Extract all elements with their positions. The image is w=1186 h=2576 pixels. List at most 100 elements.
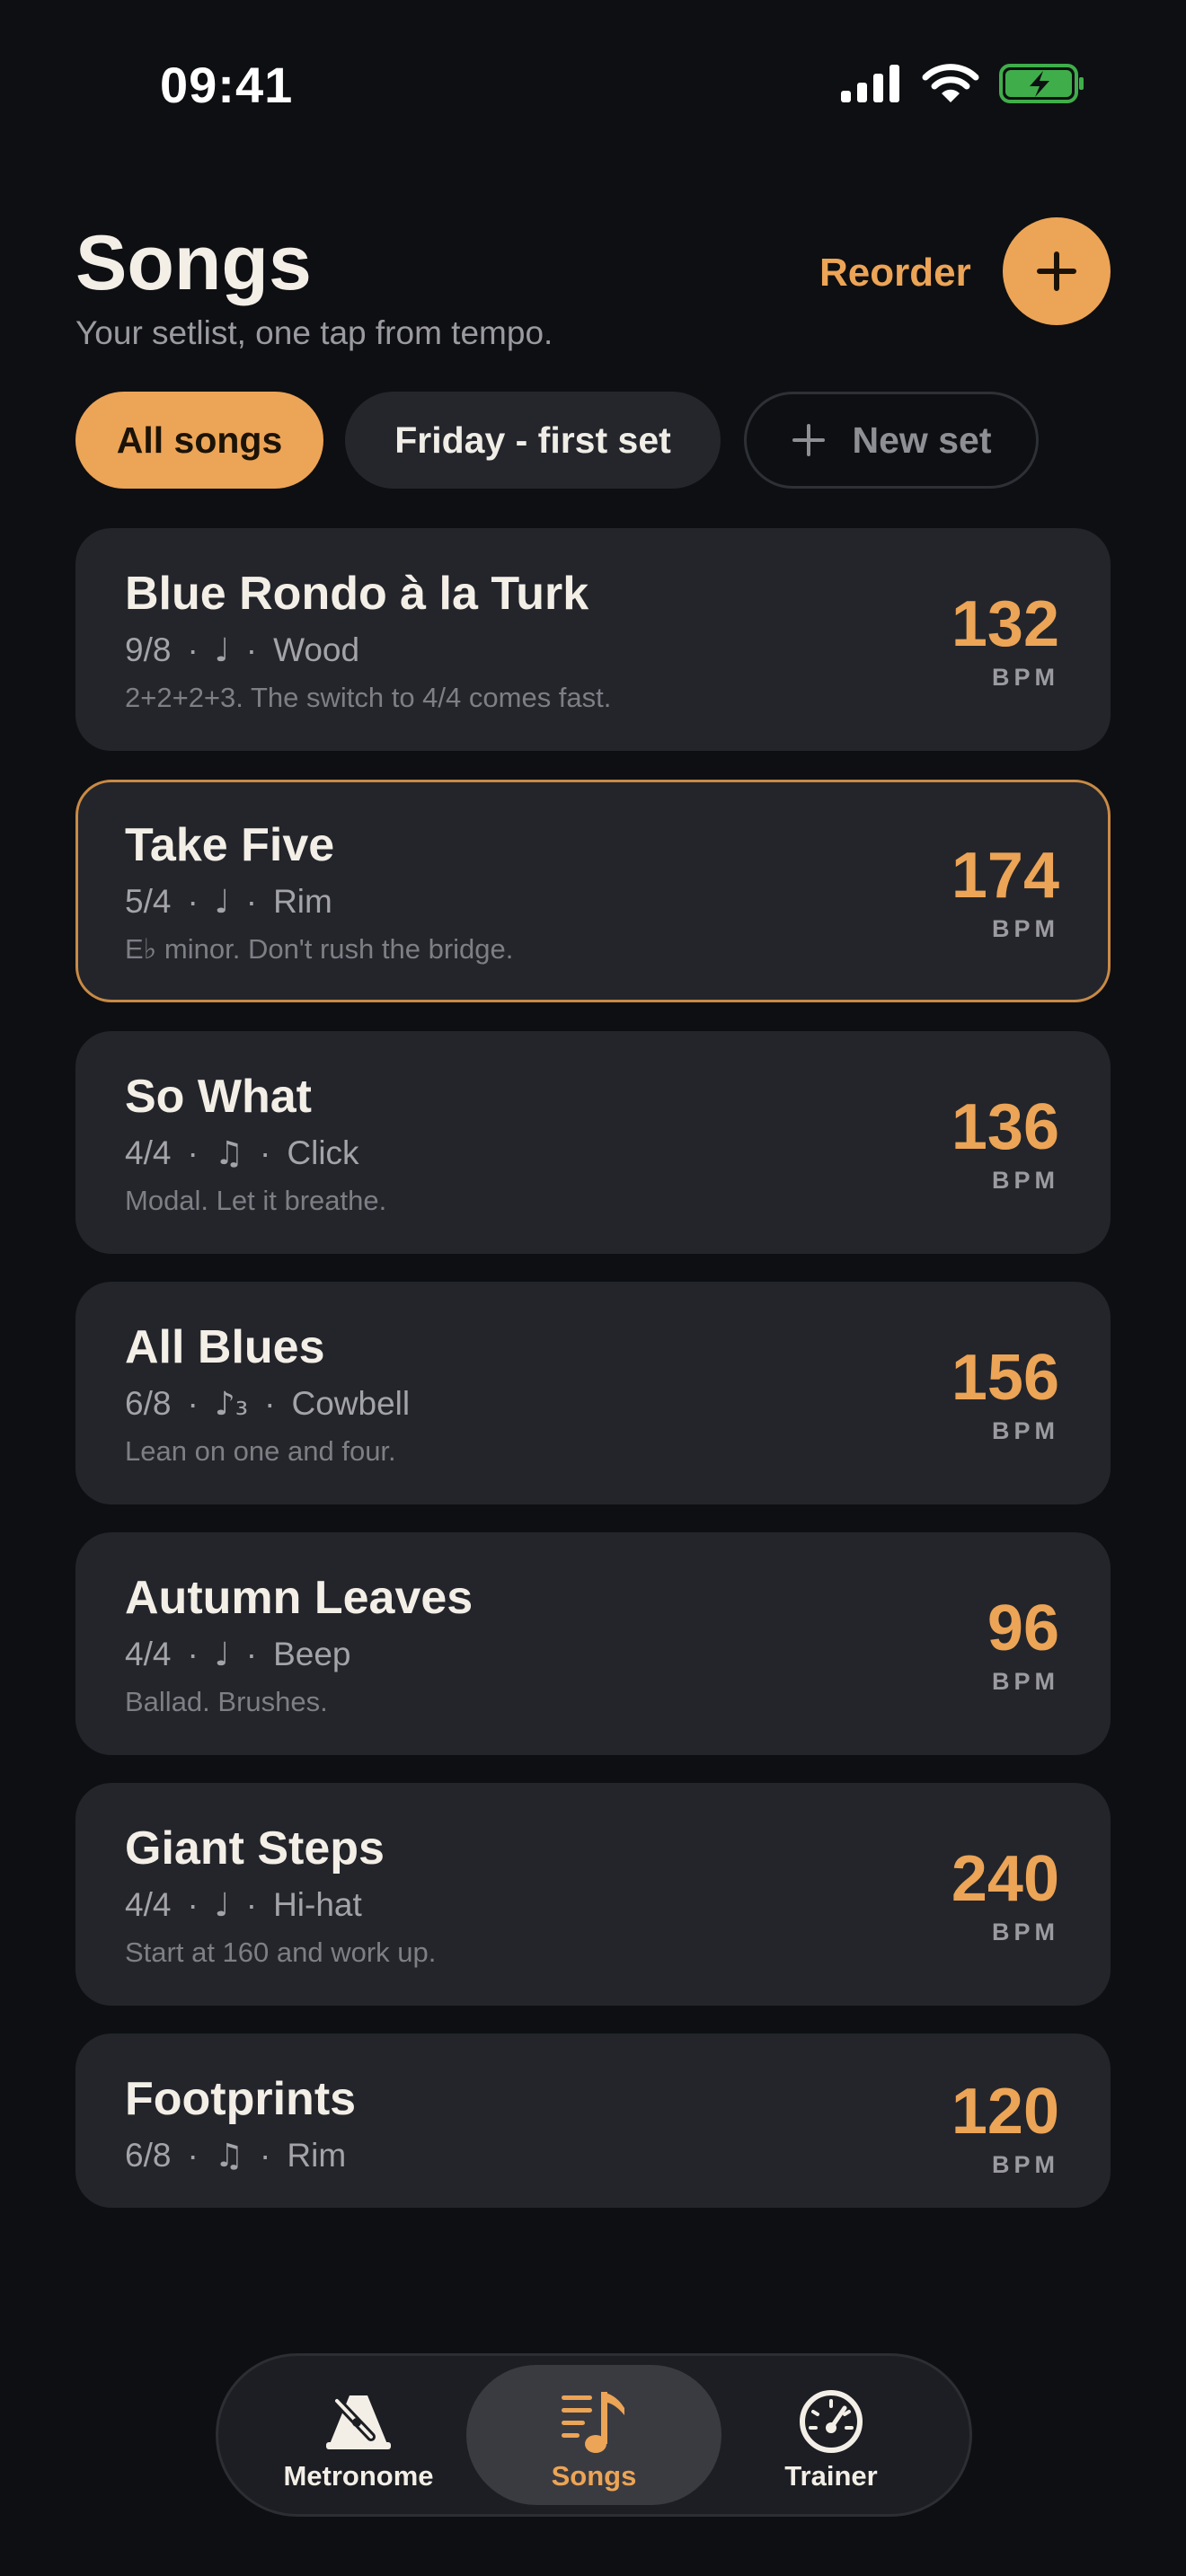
note-value-icon: ♫: [214, 2137, 244, 2175]
song-sound: Click: [287, 1134, 359, 1171]
song-sound: Hi-hat: [273, 1886, 362, 1923]
separator: ·: [264, 1385, 276, 1422]
song-meter: 4/4: [125, 1886, 172, 1923]
bpm-label: BPM: [992, 1417, 1059, 1444]
bpm-label: BPM: [992, 664, 1059, 691]
song-card-take-five[interactable]: Take Five 5/4 · ♩ · Rim E♭ minor. Don't …: [75, 780, 1111, 1002]
bpm-label: BPM: [992, 1668, 1059, 1695]
page-subtitle: Your setlist, one tap from tempo.: [75, 314, 553, 351]
chip-all-songs[interactable]: All songs: [75, 392, 323, 489]
song-sound: Rim: [287, 2137, 347, 2174]
separator: ·: [260, 1134, 271, 1171]
chip-new-set-label: New set: [852, 419, 992, 461]
tab-songs-label: Songs: [551, 2460, 637, 2492]
music-note-list-icon: [560, 2388, 628, 2455]
song-title: Giant Steps: [125, 1822, 385, 1875]
song-meta: 6/8 · ♫ · Rim: [125, 2137, 346, 2175]
bpm-label: BPM: [992, 915, 1059, 942]
bpm-label: BPM: [992, 1919, 1059, 1945]
song-meta: 4/4 · ♫ · Click: [125, 1134, 359, 1172]
note-value-icon: ♩: [214, 631, 230, 669]
song-card-giant-steps[interactable]: Giant Steps 4/4 · ♩ · Hi-hat Start at 16…: [75, 1783, 1111, 2006]
chip-friday-first-set[interactable]: Friday - first set: [345, 392, 721, 489]
plus-icon: [792, 423, 826, 457]
bpm-label: BPM: [992, 2151, 1059, 2178]
song-comment: Lean on one and four.: [125, 1435, 396, 1467]
song-sound: Wood: [273, 631, 360, 668]
tab-trainer-label: Trainer: [784, 2460, 878, 2492]
separator: ·: [245, 631, 258, 668]
bpm-label: BPM: [992, 1167, 1059, 1194]
tab-trainer[interactable]: Trainer: [704, 2365, 959, 2505]
wifi-icon: [922, 64, 979, 102]
song-meter: 6/8: [125, 1385, 172, 1422]
song-card-all-blues[interactable]: All Blues 6/8 · ♪₃ · Cowbell Lean on one…: [75, 1282, 1111, 1504]
battery-charging-icon: [999, 64, 1084, 103]
status-icons: [839, 63, 1085, 104]
separator: ·: [245, 1886, 258, 1923]
song-sound: Rim: [273, 883, 332, 920]
tab-metronome[interactable]: Metronome: [231, 2365, 486, 2505]
speedometer-icon: [798, 2388, 864, 2455]
song-card-blue-rondo[interactable]: Blue Rondo à la Turk 9/8 · ♩ · Wood 2+2+…: [75, 528, 1111, 751]
song-title: Footprints: [125, 2073, 357, 2125]
note-value-icon: ♩: [214, 1886, 230, 1924]
song-bpm: 174: [951, 840, 1059, 912]
note-value-icon: ♪₃: [214, 1385, 249, 1423]
song-bpm: 136: [951, 1091, 1059, 1163]
separator: ·: [187, 2137, 199, 2174]
add-song-button[interactable]: [1003, 217, 1111, 325]
song-meter: 6/8: [125, 2137, 172, 2174]
separator: ·: [187, 1636, 199, 1672]
song-sound: Beep: [273, 1636, 351, 1672]
song-title: So What: [125, 1071, 312, 1123]
song-meter: 9/8: [125, 631, 172, 668]
song-bpm: 96: [987, 1592, 1059, 1664]
song-comment: 2+2+2+3. The switch to 4/4 comes fast.: [125, 682, 612, 713]
chip-new-set[interactable]: New set: [744, 392, 1039, 489]
status-time: 09:41: [160, 57, 294, 113]
plus-icon: [1037, 251, 1076, 291]
songs-screen: 09:41 Songs Your setlist, one tap from t…: [0, 0, 1186, 2576]
page-title: Songs: [75, 220, 312, 306]
tab-songs[interactable]: Songs: [466, 2365, 721, 2505]
song-meter: 4/4: [125, 1636, 172, 1672]
song-card-so-what[interactable]: So What 4/4 · ♫ · Click Modal. Let it br…: [75, 1031, 1111, 1254]
song-card-autumn-leaves[interactable]: Autumn Leaves 4/4 · ♩ · Beep Ballad. Bru…: [75, 1532, 1111, 1755]
song-comment: Ballad. Brushes.: [125, 1686, 328, 1717]
song-meta: 4/4 · ♩ · Beep: [125, 1636, 351, 1673]
song-card-footprints[interactable]: Footprints 6/8 · ♫ · Rim 120 BPM: [75, 2033, 1111, 2208]
note-value-icon: ♩: [214, 1636, 230, 1673]
song-bpm: 120: [951, 2076, 1059, 2148]
separator: ·: [245, 1636, 258, 1672]
song-title: Autumn Leaves: [125, 1572, 474, 1624]
separator: ·: [187, 631, 199, 668]
song-meter: 5/4: [125, 883, 172, 920]
song-meta: 9/8 · ♩ · Wood: [125, 631, 359, 669]
song-comment: Modal. Let it breathe.: [125, 1185, 387, 1216]
tab-metronome-label: Metronome: [283, 2460, 434, 2492]
song-title: Take Five: [125, 819, 335, 871]
song-meta: 4/4 · ♩ · Hi-hat: [125, 1886, 362, 1924]
song-bpm: 240: [951, 1843, 1059, 1915]
separator: ·: [187, 1385, 199, 1422]
tab-bar: Metronome Songs Trainer: [216, 2353, 972, 2517]
note-value-icon: ♫: [214, 1134, 244, 1172]
song-meter: 4/4: [125, 1134, 172, 1171]
song-bpm: 132: [951, 588, 1059, 660]
separator: ·: [187, 1134, 199, 1171]
song-title: Blue Rondo à la Turk: [125, 568, 589, 620]
song-meta: 6/8 · ♪₃ · Cowbell: [125, 1385, 410, 1423]
note-value-icon: ♩: [214, 883, 230, 921]
song-bpm: 156: [951, 1342, 1059, 1414]
separator: ·: [245, 883, 258, 920]
reorder-button[interactable]: Reorder: [819, 251, 971, 296]
cellular-signal-icon: [841, 65, 899, 102]
song-comment: Start at 160 and work up.: [125, 1936, 437, 1968]
song-sound: Cowbell: [291, 1385, 411, 1422]
song-comment: E♭ minor. Don't rush the bridge.: [125, 933, 514, 965]
separator: ·: [260, 2137, 271, 2174]
song-meta: 5/4 · ♩ · Rim: [125, 883, 332, 921]
song-title: All Blues: [125, 1321, 325, 1373]
metronome-icon: [324, 2388, 393, 2455]
